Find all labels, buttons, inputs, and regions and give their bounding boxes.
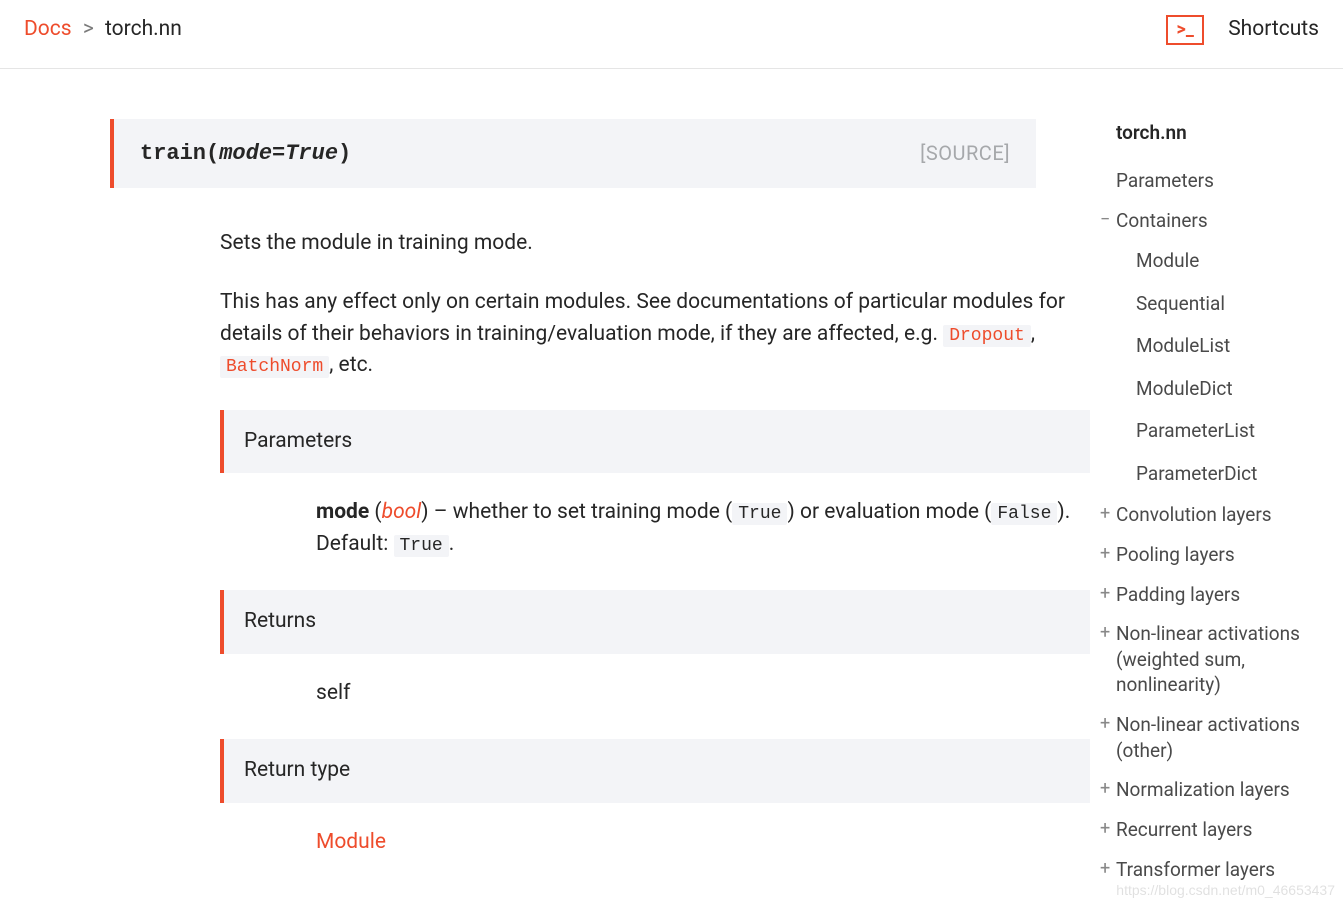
signature-block: train(mode=True) [SOURCE] <box>110 119 1036 188</box>
sidebar-top-title[interactable]: torch.nn <box>1100 119 1323 148</box>
param-name-mode: mode <box>316 500 369 524</box>
breadcrumb-current: torch.nn <box>105 17 182 41</box>
code-default-true: True <box>394 535 449 557</box>
sidebar-item[interactable]: +Non-linear activations (other) <box>1100 705 1323 770</box>
param-mid: ) or evaluation mode ( <box>787 500 991 524</box>
param-type-bool[interactable]: bool <box>382 500 422 524</box>
sidebar-item-label: Non-linear activations (other) <box>1116 712 1323 763</box>
breadcrumb-root-link[interactable]: Docs <box>24 17 72 41</box>
parameters-body: mode (bool) – whether to set training mo… <box>220 473 1090 568</box>
minus-icon: − <box>1100 208 1116 232</box>
signature-fn: train <box>140 141 206 166</box>
sidebar-item-label: Containers <box>1116 208 1208 234</box>
dropout-link[interactable]: Dropout <box>943 325 1031 347</box>
plus-icon: + <box>1100 621 1116 645</box>
sidebar-item[interactable]: +Normalization layers <box>1100 770 1323 810</box>
p2a: This has any effect only on certain modu… <box>220 290 1065 346</box>
sidebar-item[interactable]: −Containers <box>1100 201 1323 241</box>
return-type-module-link[interactable]: Module <box>316 830 386 854</box>
code-true: True <box>732 503 787 525</box>
plus-icon: + <box>1100 502 1116 526</box>
plus-icon: + <box>1100 777 1116 801</box>
right-sidebar: torch.nn Parameters−ContainersModuleSequ… <box>1100 69 1343 909</box>
param-open: ( <box>369 500 381 524</box>
description-p2: This has any effect only on certain modu… <box>220 287 1090 382</box>
breadcrumb-sep: > <box>83 17 94 41</box>
returntype-body: Module <box>220 803 1090 867</box>
source-link[interactable]: [SOURCE] <box>920 138 1010 168</box>
shortcuts-label[interactable]: Shortcuts <box>1228 14 1319 46</box>
sidebar-item-label: Normalization layers <box>1116 777 1290 803</box>
p2b: , etc. <box>329 353 373 377</box>
sidebar-list: Parameters−ContainersModuleSequentialMod… <box>1100 161 1323 889</box>
returns-body: self <box>220 654 1090 718</box>
signature-param: mode=True <box>219 141 338 166</box>
sidebar-child-item[interactable]: ModuleList <box>1100 325 1323 368</box>
plus-icon: + <box>1100 817 1116 841</box>
breadcrumb: Docs > torch.nn <box>24 14 182 46</box>
sidebar-item[interactable]: Parameters <box>1100 161 1323 201</box>
sidebar-item[interactable]: +Recurrent layers <box>1100 810 1323 850</box>
sidebar-item[interactable]: +Convolution layers <box>1100 495 1323 535</box>
terminal-icon[interactable]: >_ <box>1166 15 1204 45</box>
parameters-heading: Parameters <box>220 410 1090 474</box>
plus-icon: + <box>1100 542 1116 566</box>
code-false: False <box>991 503 1057 525</box>
sidebar-child-item[interactable]: Sequential <box>1100 283 1323 326</box>
plus-icon: + <box>1100 582 1116 606</box>
plus-icon: + <box>1100 857 1116 881</box>
topbar: Docs > torch.nn >_ Shortcuts <box>0 0 1343 69</box>
sidebar-item-label: Convolution layers <box>1116 502 1272 528</box>
param-close: ) – whether to set training mode ( <box>421 500 732 524</box>
watermark-text: https://blog.csdn.net/m0_46653437 <box>1116 880 1335 901</box>
sidebar-item-label: Parameters <box>1116 168 1214 194</box>
batchnorm-link[interactable]: BatchNorm <box>220 356 329 378</box>
sidebar-item[interactable]: +Pooling layers <box>1100 535 1323 575</box>
description-p1: Sets the module in training mode. <box>220 228 1090 260</box>
sidebar-item-label: Recurrent layers <box>1116 817 1252 843</box>
returntype-heading: Return type <box>220 739 1090 803</box>
main-content: train(mode=True) [SOURCE] Sets the modul… <box>0 69 1100 907</box>
sidebar-item-label: Non-linear activations (weighted sum, no… <box>1116 621 1323 698</box>
sidebar-item-label: Transformer layers <box>1116 857 1275 883</box>
sidebar-child-item[interactable]: ParameterDict <box>1100 453 1323 496</box>
sidebar-child-item[interactable]: ModuleDict <box>1100 368 1323 411</box>
sig-open: ( <box>206 141 219 166</box>
sidebar-item[interactable]: +Padding layers <box>1100 575 1323 615</box>
sig-close: ) <box>338 141 351 166</box>
sidebar-child-item[interactable]: Module <box>1100 240 1323 283</box>
function-signature: train(mode=True) <box>140 137 351 170</box>
sidebar-child-item[interactable]: ParameterList <box>1100 410 1323 453</box>
sidebar-item-label: Pooling layers <box>1116 542 1235 568</box>
description: Sets the module in training mode. This h… <box>110 228 1090 867</box>
sidebar-item[interactable]: +Non-linear activations (weighted sum, n… <box>1100 614 1323 705</box>
returns-heading: Returns <box>220 590 1090 654</box>
shortcuts: >_ Shortcuts <box>1166 14 1319 46</box>
plus-icon: + <box>1100 712 1116 736</box>
sidebar-item-label: Padding layers <box>1116 582 1240 608</box>
param-end: . <box>449 532 455 556</box>
p2mid: , <box>1031 322 1035 346</box>
